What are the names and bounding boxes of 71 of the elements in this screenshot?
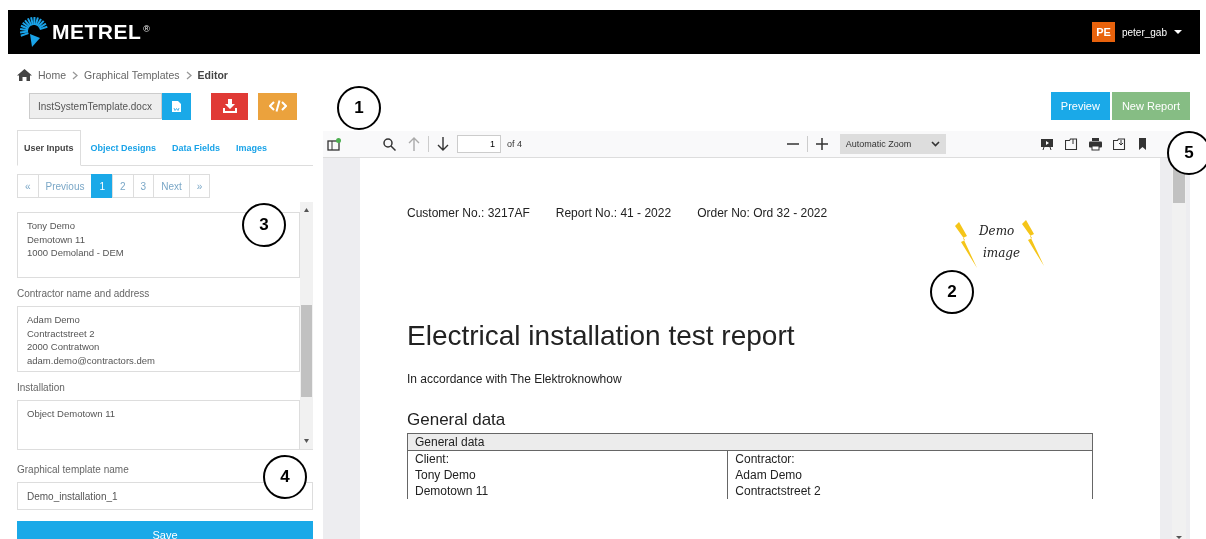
user-initials-badge: PE [1092,22,1115,42]
lightning-icon [955,222,977,268]
pagination-link[interactable]: 3 [132,174,155,198]
pagination-link[interactable]: « [17,174,39,198]
download-icon [222,99,237,113]
pagination-link[interactable]: » [188,174,211,198]
table-cell: Tony Demo [407,467,728,483]
sidebar-icon [327,137,341,151]
header-text: Report No.: 41 - 2022 [555,206,672,220]
word-file-button[interactable] [162,92,191,120]
table-cell: Contractstreet 2 [727,483,1093,499]
text-area[interactable]: Adam Demo Contractstreet 2 2000 Contratwon adam.demo@contractors.dem [17,306,300,372]
lightning-icon [1022,220,1045,266]
image-caption: image [983,245,1021,262]
chevron-right-icon [72,70,78,80]
page-count: of 4 [507,139,522,149]
pagination-link[interactable]: Next [153,174,190,198]
download-button[interactable] [211,92,248,120]
header-text: Order No: Ord 32 - 2022 [697,206,828,220]
plus-icon [815,138,828,150]
table-cell: Contractor: [727,450,1093,467]
field-label: Installation [17,382,66,393]
header-text: Customer No.: 3217AF [407,206,530,220]
arrow-up-icon [408,137,420,151]
table-heading: General data [407,433,1093,451]
home-icon [17,69,32,81]
callout-number: 1 [337,86,381,130]
code-icon [268,100,287,112]
pagination-link[interactable]: Previous [37,174,93,198]
preview-button[interactable]: Preview [1050,92,1110,120]
document-subtitle: In accordance with The Elektroknowhow [407,372,623,386]
tab[interactable]: Object Designs [84,130,163,165]
table-cell: Adam Demo [727,467,1093,483]
file-name-field[interactable]: InstSystemTemplate.docx [29,93,162,119]
image-caption: Demo [979,223,1016,240]
save-button[interactable]: Save [17,521,313,539]
table-cell: Client: [407,450,728,467]
field-label: Contractor name and address [17,288,151,299]
folder-arrow-icon [1113,137,1126,151]
user-menu[interactable]: peter_gab [1121,26,1167,38]
search-icon [383,137,396,151]
breadcrumb-link[interactable]: Graphical Templates [84,69,180,81]
printer-icon [1089,137,1102,151]
tab[interactable]: Images [230,130,274,165]
callout-number: 3 [242,203,286,247]
folder-icon [1065,137,1078,151]
section-heading: General data [407,410,507,430]
breadcrumb-current: Editor [197,69,228,81]
brand-name: METREL [52,20,142,44]
page-number-field[interactable]: 1 [457,135,501,153]
registered-mark: ® [143,24,150,34]
callout-number: 4 [263,455,307,499]
chevron-down-icon [931,141,941,147]
chevron-right-icon [185,70,192,80]
projector-icon [1041,137,1054,151]
template-name-field[interactable]: Demo_installation_1 [17,482,313,510]
new-report-button[interactable]: New Report [1111,92,1190,120]
document-title: Electrical installation test report [407,320,796,352]
table-cell: Demotown 11 [407,483,728,499]
tab[interactable]: Data Fields [166,130,227,165]
tab[interactable]: User Inputs [17,130,81,166]
zoom-select[interactable]: Automatic Zoom [839,134,947,154]
caret-icon [1174,29,1182,35]
field-label: Graphical template name [17,464,130,475]
breadcrumb-link[interactable]: Home [38,69,66,81]
arrow-down-icon [437,137,449,151]
pagination-link[interactable]: 1 [91,174,114,198]
text-area[interactable]: Object Demotown 11 [17,400,300,449]
pagination-link[interactable]: 2 [112,174,134,198]
document-icon [172,100,181,112]
sunburst-logo-icon [18,16,50,48]
